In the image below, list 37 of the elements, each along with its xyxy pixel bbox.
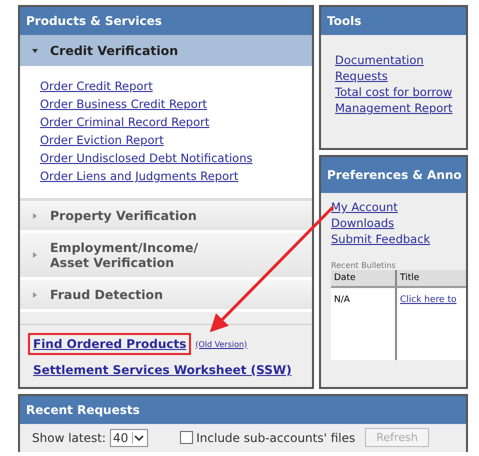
accordion-header[interactable]: Credit Verification bbox=[20, 35, 312, 66]
tool-link[interactable]: Documentation bbox=[335, 52, 424, 68]
panel-title: Tools bbox=[321, 7, 466, 35]
product-link[interactable]: Order Business Credit Report bbox=[40, 96, 208, 112]
caret-icon bbox=[32, 48, 38, 54]
accordion-header[interactable]: Property Verification bbox=[20, 201, 312, 233]
product-link[interactable]: Order Criminal Record Report bbox=[40, 114, 210, 130]
product-link[interactable]: Order Liens and Judgments Report bbox=[40, 168, 238, 184]
footer-link[interactable]: Settlement Services Worksheet (SSW) bbox=[28, 359, 297, 381]
table-cell[interactable]: Click here to bbox=[397, 288, 460, 360]
tool-link[interactable]: Management Report bbox=[335, 100, 453, 116]
column-header: Title bbox=[399, 272, 420, 285]
product-link[interactable]: Order Eviction Report bbox=[40, 132, 164, 148]
caret-icon bbox=[32, 292, 38, 298]
footer-link[interactable]: Find Ordered Products bbox=[28, 333, 192, 355]
checkbox-label: Include sub-accounts' files bbox=[196, 430, 356, 444]
old-version-link[interactable]: (Old Version) bbox=[195, 340, 248, 348]
caret-icon bbox=[32, 252, 38, 258]
show-latest-select[interactable]: 40 bbox=[110, 428, 148, 446]
bulletins-label: Recent Bulletins bbox=[330, 261, 397, 270]
product-link[interactable]: Order Credit Report bbox=[40, 78, 153, 94]
preference-link[interactable]: Downloads bbox=[331, 215, 394, 231]
preference-link[interactable]: Submit Feedback bbox=[331, 231, 430, 247]
dropdown-icon bbox=[132, 432, 146, 444]
tool-link[interactable]: Total cost for borrow bbox=[335, 84, 452, 100]
column-header: Date bbox=[331, 270, 397, 286]
panel-title: Preferences & Anno bbox=[321, 157, 466, 193]
tool-link[interactable]: Requests bbox=[335, 68, 388, 84]
caret-icon bbox=[32, 212, 38, 218]
product-link[interactable]: Order Undisclosed Debt Notifications bbox=[40, 150, 252, 166]
accordion-header[interactable]: Employment/Income/ Asset Verification bbox=[20, 233, 312, 280]
show-latest-label: Show latest: bbox=[32, 430, 106, 444]
checkbox[interactable] bbox=[180, 431, 194, 444]
panel-title: Products & Services bbox=[20, 7, 312, 35]
panel-title: Recent Requests bbox=[20, 396, 466, 424]
table-cell: N/A bbox=[331, 288, 397, 360]
accordion-header[interactable]: Fraud Detection bbox=[20, 280, 312, 312]
